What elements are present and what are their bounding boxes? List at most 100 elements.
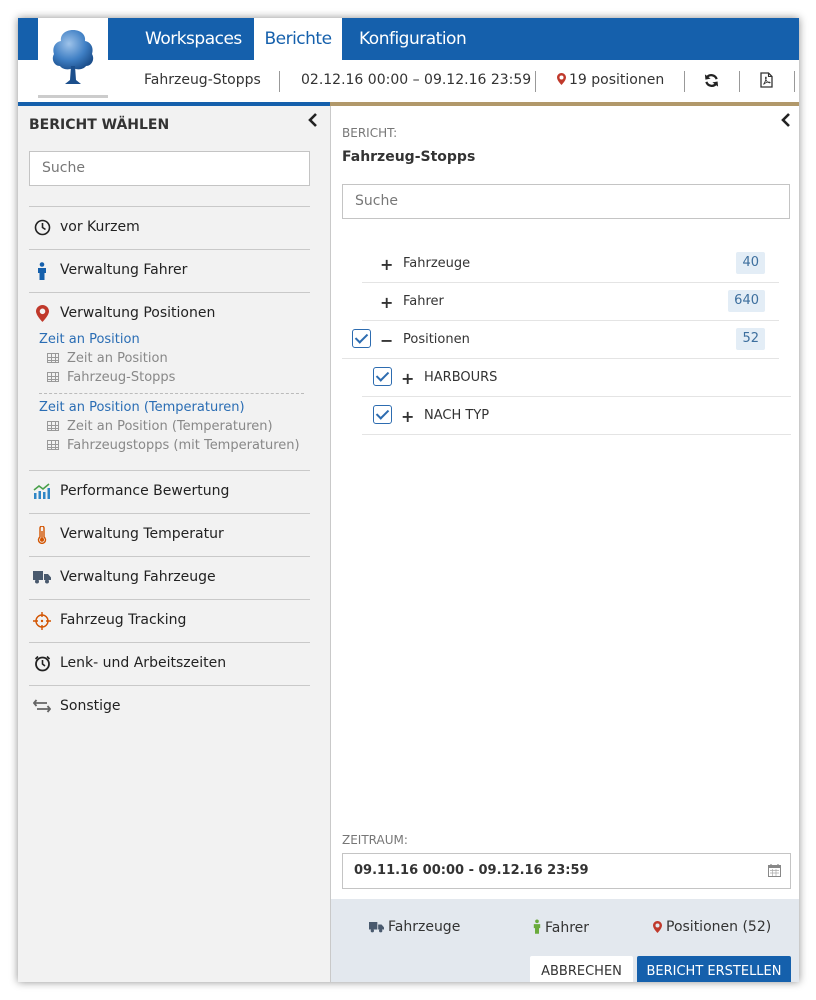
tree-row-fahrer[interactable]: + Fahrer 640 — [362, 283, 779, 321]
count-badge: 52 — [736, 328, 765, 350]
table-icon — [47, 440, 59, 450]
create-report-button[interactable]: BERICHT ERSTELLEN — [637, 956, 791, 982]
report-label: BERICHT: — [342, 126, 398, 140]
menu-item-temperature[interactable]: Verwaltung Temperatur — [29, 513, 310, 556]
zeitraum-value: 09.11.16 00:00 - 09.12.16 23:59 — [354, 863, 589, 878]
tab-berichte[interactable]: Berichte — [254, 18, 342, 60]
truck-icon — [33, 569, 51, 587]
map-pin-icon — [653, 921, 662, 933]
tree-row-label: Fahrer — [403, 294, 444, 309]
cancel-button[interactable]: ABBRECHEN — [530, 956, 633, 982]
divider — [279, 71, 280, 92]
zeitraum-label: ZEITRAUM: — [342, 833, 408, 847]
tree-row-fahrzeuge[interactable]: + Fahrzeuge 40 — [362, 245, 779, 283]
menu-item-tracking[interactable]: Fahrzeug Tracking — [29, 599, 310, 642]
truck-icon — [369, 922, 384, 933]
report-title: Fahrzeug-Stopps — [342, 149, 476, 165]
arrows-icon — [32, 698, 52, 716]
map-pin-icon — [33, 305, 51, 323]
submenu-item-fahrzeug-stopps[interactable]: Fahrzeug-Stopps — [47, 370, 175, 385]
refresh-icon — [704, 74, 719, 87]
summary-positions: Positionen (52) — [653, 919, 771, 935]
menu-item-vehicles[interactable]: Verwaltung Fahrzeuge — [29, 556, 310, 599]
zeitraum-date-input[interactable]: 09.11.16 00:00 - 09.12.16 23:59 — [342, 853, 791, 889]
tree-row-positionen[interactable]: − Positionen 52 — [342, 321, 779, 359]
summary-vehicles: Fahrzeuge — [369, 919, 460, 935]
tree-row-harbours[interactable]: + HARBOURS — [362, 359, 791, 397]
submenu-group-zeit-an-position-temperaturen[interactable]: Zeit an Position (Temperaturen) — [39, 400, 245, 415]
report-chooser-panel: BERICHT WÄHLEN Suche vor Kurzem Verwaltu… — [18, 106, 331, 982]
summary-drivers: Fahrer — [533, 919, 589, 936]
collapse-left-button[interactable] — [308, 112, 318, 131]
divider — [684, 71, 685, 92]
menu-item-recent[interactable]: vor Kurzem — [29, 206, 310, 249]
menu-item-other[interactable]: Sonstige — [29, 685, 310, 728]
report-config-panel: BERICHT: Fahrzeug-Stopps Suche + Fahrzeu… — [331, 106, 799, 982]
divider — [739, 71, 740, 92]
count-badge: 640 — [728, 290, 765, 312]
current-report-name: Fahrzeug-Stopps — [144, 72, 261, 88]
menu-item-label: Verwaltung Fahrer — [60, 262, 188, 278]
menu-item-label: vor Kurzem — [60, 219, 140, 235]
menu-item-driving-times[interactable]: Lenk- und Arbeitszeiten — [29, 642, 310, 685]
report-footer: Fahrzeuge Fahrer Positionen (52) ABBRECH… — [331, 899, 799, 982]
menu-item-label: Performance Bewertung — [60, 483, 230, 499]
submenu-item-label: Zeit an Position — [67, 351, 168, 366]
harbours-checkbox[interactable] — [373, 367, 392, 386]
expand-icon[interactable]: + — [380, 255, 393, 274]
clock-alarm-icon — [33, 655, 51, 673]
count-badge: 40 — [736, 252, 765, 274]
menu-item-label: Verwaltung Fahrzeuge — [60, 569, 216, 585]
collapse-right-button[interactable] — [781, 112, 791, 131]
refresh-button[interactable] — [704, 73, 719, 92]
submenu-item-zeit-an-position-temperaturen[interactable]: Zeit an Position (Temperaturen) — [47, 419, 273, 434]
chevron-left-icon — [308, 113, 317, 127]
tree-row-label: Positionen — [403, 332, 470, 347]
menu-item-positions[interactable]: Verwaltung Positionen — [29, 292, 310, 335]
positions-count-label: 19 positionen — [569, 72, 665, 88]
thermometer-icon — [33, 525, 51, 545]
table-icon — [47, 372, 59, 382]
menu-item-label: Fahrzeug Tracking — [60, 612, 187, 628]
summary-drivers-label: Fahrer — [545, 920, 590, 936]
table-icon — [47, 421, 59, 431]
menu-item-label: Lenk- und Arbeitszeiten — [60, 655, 227, 671]
person-icon — [533, 919, 541, 934]
tree-row-label: HARBOURS — [424, 370, 498, 385]
submenu-item-zeit-an-position[interactable]: Zeit an Position — [47, 351, 168, 366]
summary-vehicles-label: Fahrzeuge — [388, 919, 461, 935]
tab-konfiguration[interactable]: Konfiguration — [359, 18, 467, 60]
tree-row-nach-typ[interactable]: + NACH TYP — [362, 397, 791, 435]
person-icon — [33, 262, 51, 280]
pdf-export-button[interactable] — [760, 72, 773, 92]
menu-item-performance[interactable]: Performance Bewertung — [29, 470, 310, 513]
expand-icon[interactable]: + — [401, 407, 414, 426]
menu-item-label: Verwaltung Positionen — [60, 305, 216, 321]
dashed-divider — [39, 393, 304, 394]
panel-title: BERICHT WÄHLEN — [29, 117, 170, 133]
expand-icon[interactable]: + — [380, 293, 393, 312]
chart-icon — [33, 483, 51, 501]
calendar-icon[interactable] — [768, 864, 781, 877]
current-date-range[interactable]: 02.12.16 00:00 – 09.12.16 23:59 — [301, 72, 531, 88]
submenu-item-label: Fahrzeug-Stopps — [67, 370, 176, 385]
nach-typ-checkbox[interactable] — [373, 405, 392, 424]
submenu-item-fahrzeugstopps-temperaturen[interactable]: Fahrzeugstopps (mit Temperaturen) — [47, 438, 300, 453]
filter-search-input[interactable]: Suche — [342, 184, 790, 219]
divider — [535, 71, 536, 92]
positions-count[interactable]: 19 positionen — [557, 72, 664, 88]
submenu-group-zeit-an-position[interactable]: Zeit an Position — [39, 332, 140, 347]
report-search-input[interactable]: Suche — [29, 151, 310, 186]
menu-item-label: Sonstige — [60, 698, 121, 714]
chevron-left-icon — [781, 113, 790, 127]
menu-item-drivers[interactable]: Verwaltung Fahrer — [29, 249, 310, 292]
menu-item-label: Verwaltung Temperatur — [60, 526, 224, 542]
app-window: Workspaces Berichte Konfiguration Fahrze… — [18, 18, 799, 982]
expand-icon[interactable]: + — [401, 369, 414, 388]
submenu-item-label: Zeit an Position (Temperaturen) — [67, 419, 273, 434]
submenu-item-label: Fahrzeugstopps (mit Temperaturen) — [67, 438, 300, 453]
collapse-icon[interactable]: − — [380, 331, 393, 350]
report-info-bar: Fahrzeug-Stopps 02.12.16 00:00 – 09.12.1… — [18, 60, 799, 102]
positionen-checkbox[interactable] — [352, 329, 371, 348]
tab-workspaces[interactable]: Workspaces — [145, 18, 242, 60]
